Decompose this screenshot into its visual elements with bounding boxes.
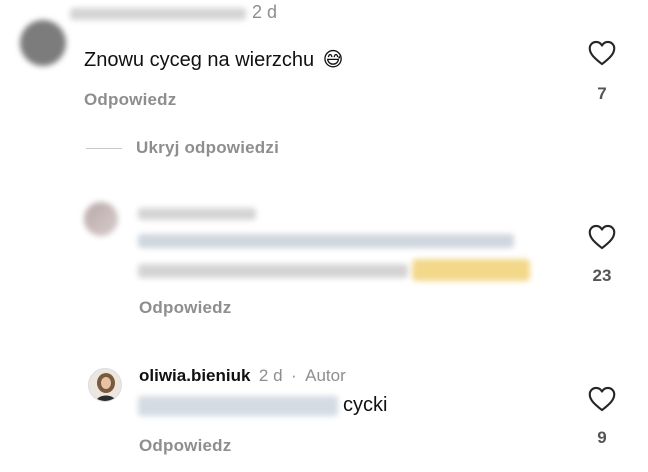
sweat-smile-emoji: 😅	[322, 49, 344, 71]
avatar[interactable]	[88, 368, 122, 402]
comment-text: Znowu cyceg na wierzchu	[84, 49, 315, 71]
hide-replies-label: Ukryj odpowiedzi	[136, 138, 279, 157]
heart-outline-icon	[588, 224, 616, 250]
author-badge: Autor	[305, 366, 346, 385]
mention-redacted[interactable]	[138, 396, 338, 416]
emoji-redacted	[412, 259, 530, 281]
avatar[interactable]	[20, 20, 66, 66]
comment-text-row: Znowu cyceg na wierzchu 😅	[84, 47, 343, 72]
reply-header: oliwia.bieniuk 2 d · Autor	[139, 366, 346, 386]
comment-text-redacted	[138, 264, 408, 278]
comment-time: 2 d	[252, 2, 278, 22]
heart-outline-icon	[588, 386, 616, 412]
separator-dot: ·	[291, 366, 297, 385]
hide-replies-toggle[interactable]: Ukryj odpowiedzi	[86, 138, 279, 158]
like-count: 23	[592, 266, 612, 285]
like-button[interactable]	[588, 386, 616, 412]
username[interactable]: oliwia.bieniuk	[139, 366, 250, 385]
divider-line	[86, 147, 122, 149]
username-redacted[interactable]	[138, 208, 256, 220]
comment-text-redacted	[138, 234, 514, 248]
like-button[interactable]	[588, 224, 616, 250]
username-redacted[interactable]	[70, 8, 246, 20]
reply-time: 2 d	[258, 366, 283, 385]
like-count: 9	[597, 428, 607, 447]
person-photo	[95, 373, 117, 401]
like-button[interactable]	[588, 40, 616, 66]
reply-button[interactable]: Odpowiedz	[84, 90, 176, 110]
avatar[interactable]	[84, 202, 118, 236]
heart-outline-icon	[588, 40, 616, 66]
reply-button[interactable]: Odpowiedz	[139, 436, 231, 456]
like-count: 7	[597, 84, 607, 103]
comment-text: cycki	[343, 394, 388, 416]
reply-button[interactable]: Odpowiedz	[139, 298, 231, 318]
